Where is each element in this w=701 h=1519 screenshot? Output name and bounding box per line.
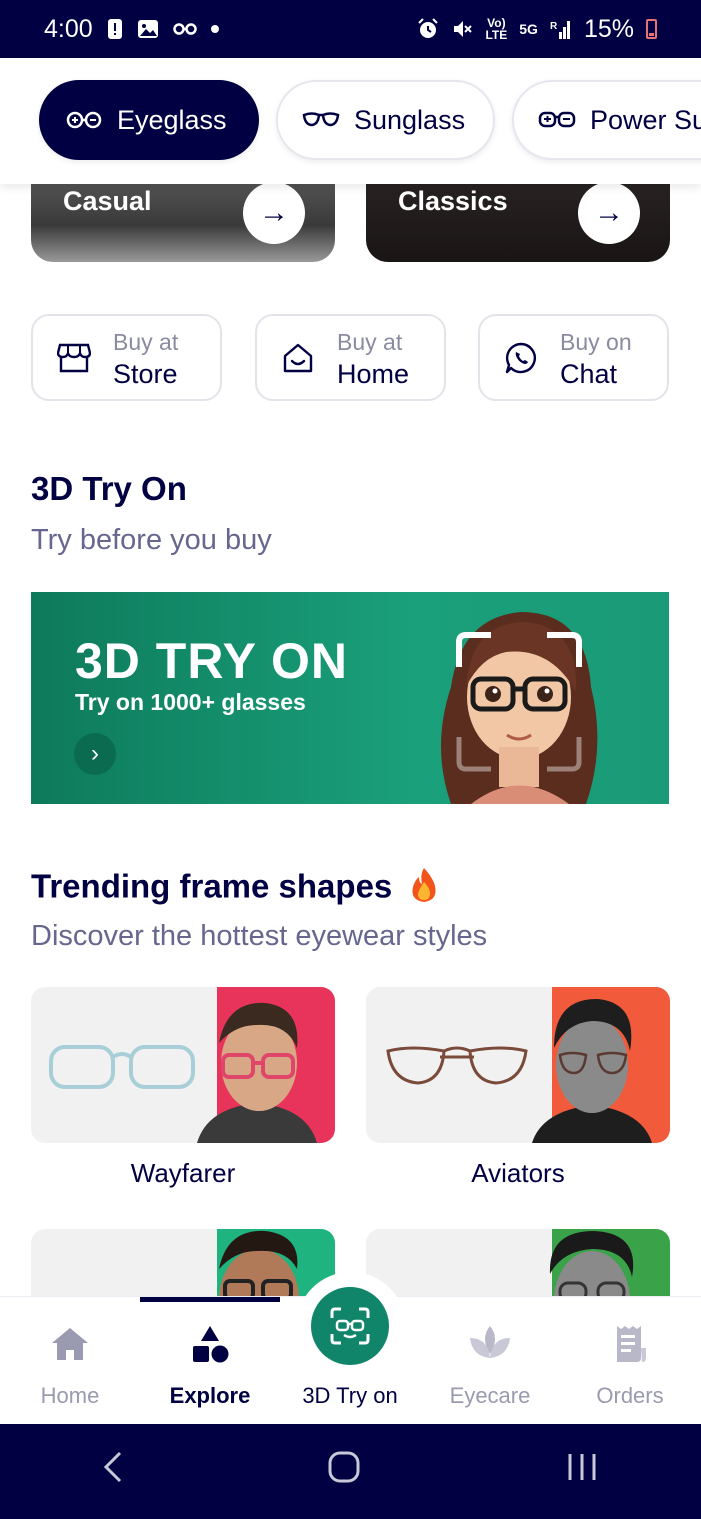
avatar-illustration: [441, 612, 598, 804]
nav-label: Orders: [596, 1383, 664, 1408]
frame-shape-card-wayfarer[interactable]: [31, 987, 335, 1143]
arrow-right-icon[interactable]: →: [243, 182, 305, 244]
chip-label: Sunglass: [354, 104, 466, 135]
banner-title: 3D TRY ON: [75, 633, 348, 689]
nav-label: Explore: [169, 1383, 251, 1408]
mute-icon: [451, 18, 473, 40]
nav-label: Eyecare: [449, 1383, 531, 1408]
buy-option-line1: Buy at: [337, 328, 403, 355]
tryon-section-subtitle: Try before you buy: [31, 524, 272, 556]
buy-at-store-button[interactable]: Buy at Store: [31, 314, 222, 401]
home-visit-icon: [279, 339, 317, 377]
buy-option-line1: Buy on: [560, 328, 632, 355]
explore-icon: [140, 1319, 280, 1369]
power-sunglass-icon: [538, 111, 576, 128]
model-photo: [197, 1002, 317, 1143]
banner-subtitle: Try on 1000+ glasses: [75, 689, 306, 715]
active-tab-indicator: [140, 1297, 280, 1302]
chip-eyeglass[interactable]: Eyeglass: [39, 80, 259, 160]
status-time: 4:00: [44, 14, 93, 43]
trending-section-title: Trending frame shapes: [31, 866, 441, 912]
category-chip-bar: Eyeglass Sunglass Power Su: [0, 58, 701, 184]
aviator-glasses-image: [386, 1046, 528, 1085]
buy-option-line2: Store: [113, 358, 178, 389]
buy-on-chat-button[interactable]: Buy on Chat: [478, 314, 669, 401]
tryon-banner[interactable]: 3D TRY ON Try on 1000+ glasses ›: [31, 592, 669, 804]
model-photo: [532, 998, 652, 1143]
trending-section-subtitle: Discover the hottest eyewear styles: [31, 920, 488, 952]
card-label: Classics: [398, 186, 508, 216]
app-screen: 4:00 Vo) LTE 5G R 15% Eyeglass Sunglass …: [0, 0, 701, 1519]
glasses-notification-icon: [172, 22, 197, 36]
eyeglass-icon: [66, 111, 102, 129]
nav-explore[interactable]: Explore: [140, 1319, 280, 1409]
frame-shape-label: Aviators: [471, 1158, 565, 1188]
frame-shape-card-aviators[interactable]: [366, 987, 670, 1143]
home-button-icon[interactable]: [327, 1450, 361, 1493]
chip-label: Eyeglass: [117, 104, 227, 135]
fire-icon: [407, 866, 441, 912]
alert-icon: [107, 18, 123, 40]
face-scan-icon: [330, 1307, 370, 1345]
status-bar: 4:00 Vo) LTE 5G R 15%: [0, 0, 701, 58]
buy-at-home-button[interactable]: Buy at Home: [255, 314, 446, 401]
try-on-fab[interactable]: [311, 1287, 389, 1365]
dot-icon: [210, 25, 219, 33]
whatsapp-icon: [502, 339, 540, 377]
recents-icon[interactable]: [565, 1450, 599, 1493]
home-icon: [0, 1319, 140, 1369]
chip-sunglass[interactable]: Sunglass: [276, 80, 495, 160]
alarm-icon: [417, 18, 439, 40]
nav-label: 3D Try on: [302, 1383, 398, 1408]
buy-option-line2: Chat: [560, 358, 618, 389]
eyecare-leaf-icon: [420, 1319, 560, 1369]
nav-orders[interactable]: Orders: [560, 1319, 700, 1409]
network-type: 5G: [519, 21, 538, 37]
chip-power-sunglass[interactable]: Power Su: [512, 80, 701, 160]
arrow-right-icon[interactable]: →: [578, 182, 640, 244]
buy-option-line2: Home: [337, 358, 410, 389]
battery-percent: 15%: [583, 14, 634, 43]
battery-icon: [646, 19, 657, 39]
sunglass-icon: [302, 112, 340, 127]
store-icon: [55, 339, 93, 377]
frame-shape-label: Wayfarer: [130, 1158, 236, 1188]
back-icon[interactable]: [102, 1450, 124, 1493]
nav-eyecare[interactable]: Eyecare: [420, 1319, 560, 1409]
signal-icon: R: [550, 18, 572, 40]
system-navigation-bar: [0, 1424, 701, 1519]
chevron-right-icon[interactable]: ›: [74, 733, 116, 775]
wayfarer-glasses-image: [49, 1045, 195, 1089]
buy-option-line1: Buy at: [113, 328, 179, 355]
card-label: Casual: [63, 186, 152, 216]
volte-indicator: Vo) LTE: [485, 16, 508, 42]
svg-text:R: R: [550, 21, 558, 32]
nav-home[interactable]: Home: [0, 1319, 140, 1409]
orders-receipt-icon: [560, 1319, 700, 1369]
chip-label: Power Su: [590, 104, 701, 135]
gallery-icon: [137, 19, 159, 39]
nav-label: Home: [40, 1383, 100, 1408]
tryon-section-title: 3D Try On: [31, 470, 187, 507]
